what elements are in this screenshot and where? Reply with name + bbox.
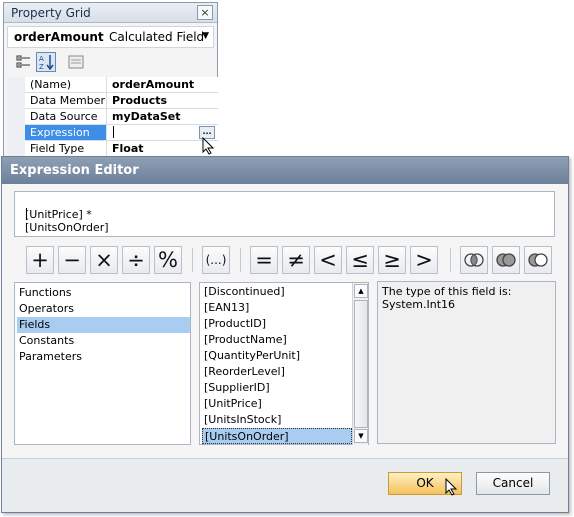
property-value[interactable]: myDataSet [107, 109, 218, 125]
mouse-cursor-icon [202, 137, 214, 155]
less-or-equal-button[interactable]: ≤ [346, 246, 374, 274]
categorized-icon[interactable] [14, 52, 34, 72]
field-list: [Discontinued] [EAN13] [ProductID] [Prod… [199, 282, 369, 445]
field-item[interactable]: [SupplierID] [202, 380, 350, 396]
scroll-thumb[interactable] [354, 300, 368, 428]
mouse-cursor-icon [445, 478, 457, 496]
svg-text:Z: Z [39, 63, 44, 71]
expression-input[interactable]: [UnitPrice] * [UnitsOnOrder] [14, 191, 555, 237]
property-name: Data Source [25, 109, 107, 125]
component-type: Calculated Field [109, 30, 205, 44]
category-item-functions[interactable]: Functions [17, 285, 188, 301]
multiply-button[interactable]: × [90, 246, 118, 274]
category-item-constants[interactable]: Constants [17, 333, 188, 349]
property-grid-panel: Property Grid × orderAmount Calculated F… [3, 2, 218, 160]
modulo-button[interactable]: % [154, 246, 182, 274]
property-row-name[interactable]: (Name) orderAmount [7, 77, 218, 93]
expression-editor-titlebar: Expression Editor [2, 157, 568, 184]
chevron-down-icon[interactable]: ▼ [202, 31, 209, 41]
property-grid-toolbar: AZ [7, 50, 214, 74]
property-name: Data Member [25, 93, 107, 109]
not-icon[interactable] [524, 246, 552, 274]
divide-button[interactable]: ÷ [122, 246, 150, 274]
field-item[interactable]: [QuantityPerUnit] [202, 348, 350, 364]
close-icon[interactable]: × [197, 5, 213, 20]
field-item[interactable]: [ReorderLevel] [202, 364, 350, 380]
component-selector[interactable]: orderAmount Calculated Field ▼ [7, 26, 214, 48]
property-name: (Name) [25, 77, 107, 93]
property-value[interactable]: Products [107, 93, 218, 109]
field-item[interactable]: [EAN13] [202, 300, 350, 316]
property-name: Expression [25, 125, 107, 141]
property-value[interactable]: orderAmount [107, 77, 218, 93]
not-equal-button[interactable]: ≠ [282, 246, 310, 274]
minus-button[interactable]: − [58, 246, 86, 274]
svg-text:A: A [39, 55, 44, 63]
category-item-fields[interactable]: Fields [17, 317, 190, 333]
property-row-data-source[interactable]: Data Source myDataSet [7, 109, 218, 125]
dialog-footer: OK Cancel [2, 458, 568, 512]
property-table: (Name) orderAmount Data Member Products … [7, 77, 218, 159]
field-item[interactable]: [UnitsInStock] [202, 412, 350, 428]
alphabetical-icon[interactable]: AZ [36, 52, 56, 72]
greater-or-equal-button[interactable]: ≥ [378, 246, 406, 274]
and-icon[interactable] [460, 246, 488, 274]
field-item[interactable]: [Discontinued] [202, 284, 350, 300]
property-row-field-type[interactable]: Field Type Float [7, 141, 218, 157]
description-line-2: System.Int16 [382, 298, 456, 311]
property-row-data-member[interactable]: Data Member Products [7, 93, 218, 109]
expression-editor-dialog: Expression Editor [UnitPrice] * [UnitsOn… [1, 156, 569, 513]
field-item-selected[interactable]: [UnitsOnOrder] [202, 428, 352, 444]
dialog-body: [UnitPrice] * [UnitsOnOrder] + − × ÷ % (… [2, 184, 568, 458]
description-line-1: The type of this field is: [382, 285, 512, 298]
field-item[interactable]: [ProductID] [202, 316, 350, 332]
text-caret [26, 208, 27, 220]
scroll-up-icon[interactable]: ▲ [354, 284, 368, 298]
field-description: The type of this field is: System.Int16 [377, 281, 556, 444]
plus-button[interactable]: + [26, 246, 54, 274]
brackets-button[interactable]: (...) [202, 246, 230, 274]
less-than-button[interactable]: < [314, 246, 342, 274]
cancel-button[interactable]: Cancel [476, 472, 550, 495]
scroll-down-icon[interactable]: ▼ [354, 429, 368, 443]
property-row-expression[interactable]: Expression ... [7, 125, 218, 141]
or-icon[interactable] [492, 246, 520, 274]
component-name: orderAmount [14, 30, 104, 44]
field-list-scrollbar[interactable]: ▲ ▼ [352, 283, 368, 445]
field-item[interactable]: [UnitPrice] [202, 396, 350, 412]
category-list: Functions Operators Fields Constants Par… [14, 282, 191, 445]
field-item[interactable]: [ProductName] [202, 332, 350, 348]
property-pages-icon[interactable] [66, 52, 86, 72]
text-caret [113, 126, 114, 138]
category-item-operators[interactable]: Operators [17, 301, 188, 317]
property-name: Field Type [25, 141, 107, 157]
category-item-parameters[interactable]: Parameters [17, 349, 188, 365]
greater-than-button[interactable]: > [410, 246, 438, 274]
expression-text: [UnitPrice] * [UnitsOnOrder] [25, 208, 109, 234]
equal-button[interactable]: = [250, 246, 278, 274]
property-grid-title: Property Grid [11, 6, 91, 20]
dialog-title: Expression Editor [10, 163, 139, 178]
property-grid-titlebar: Property Grid × [4, 3, 217, 23]
